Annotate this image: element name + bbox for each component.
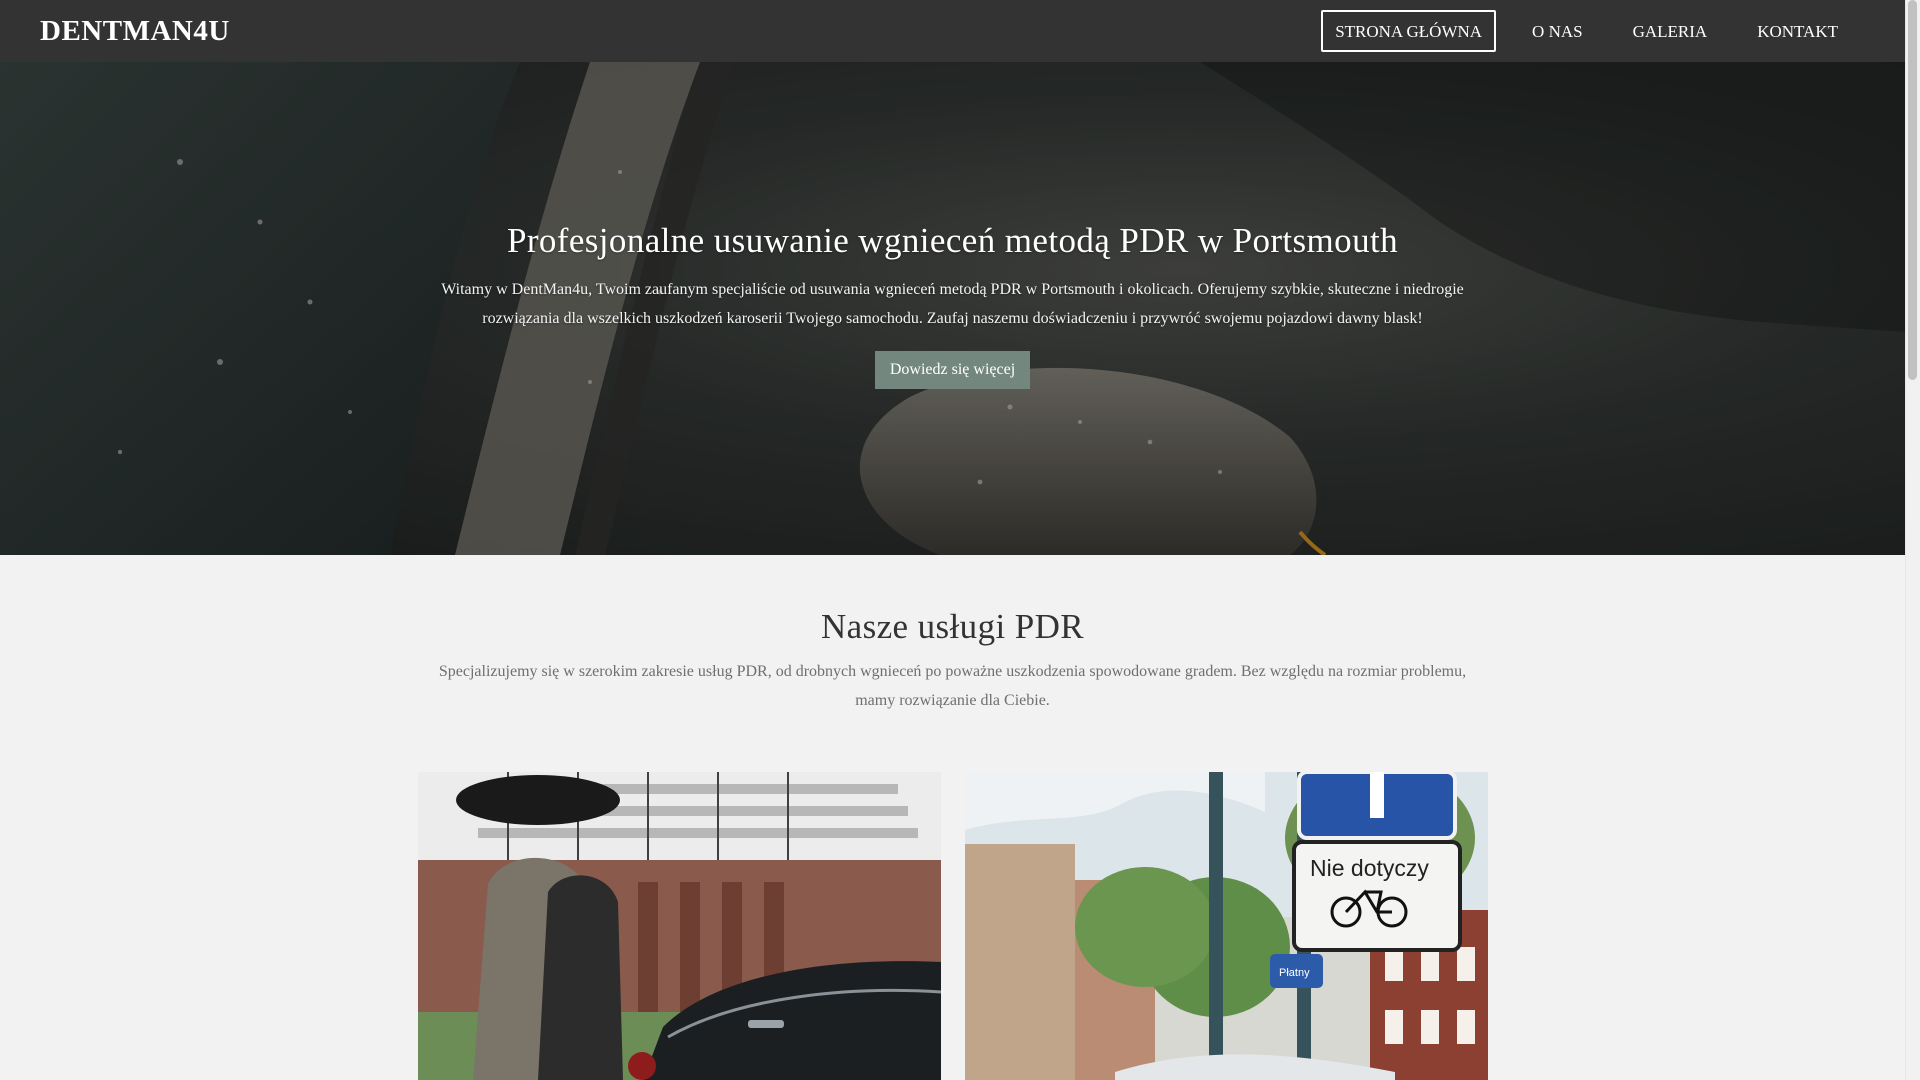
sign-text: Nie dotyczy	[1310, 855, 1429, 881]
nav-home-link[interactable]: STRONA GŁÓWNA	[1321, 10, 1497, 52]
services-description: Specjalizujemy się w szerokim zakresie u…	[438, 663, 1467, 709]
hero-section: Profesjonalne usuwanie wgnieceń metodą P…	[0, 62, 1905, 555]
nav-contact-link[interactable]: KONTAKT	[1743, 10, 1852, 52]
learn-more-button[interactable]: Dowiedz się więcej	[874, 350, 1031, 389]
vertical-scrollbar[interactable]	[1905, 0, 1920, 1080]
main-navigation: STRONA GŁÓWNA O NAS GALERIA KONTAKT	[1321, 10, 1852, 52]
hero-description: Witamy w DentMan4u, Twoim zaufanym specj…	[441, 280, 1464, 327]
hero-content: Profesjonalne usuwanie wgnieceń metodą P…	[0, 62, 1905, 555]
page: DENTMAN4U STRONA GŁÓWNA O NAS GALERIA KO…	[0, 0, 1920, 1080]
services-title: Nasze usługi PDR	[820, 607, 1085, 646]
people-umbrella-car-photo	[418, 772, 941, 1080]
services-section: Nasze usługi PDR Specjalizujemy się w sz…	[0, 555, 1905, 1080]
nav-about-link[interactable]: O NAS	[1518, 10, 1597, 52]
brand-logo[interactable]: DENTMAN4U	[40, 15, 230, 48]
service-card-photo-right: Nie dotyczy Płatny	[965, 772, 1488, 1080]
hero-title: Profesjonalne usuwanie wgnieceń metodą P…	[506, 220, 1399, 260]
scrollbar-thumb[interactable]	[1908, 0, 1917, 380]
sign-subtext: Płatny	[1279, 967, 1310, 979]
service-card-photo-left	[418, 772, 941, 1080]
street-sign-photo: Nie dotyczy Płatny	[965, 772, 1488, 1080]
nav-gallery-link[interactable]: GALERIA	[1619, 10, 1722, 52]
top-navbar: DENTMAN4U STRONA GŁÓWNA O NAS GALERIA KO…	[0, 0, 1905, 62]
